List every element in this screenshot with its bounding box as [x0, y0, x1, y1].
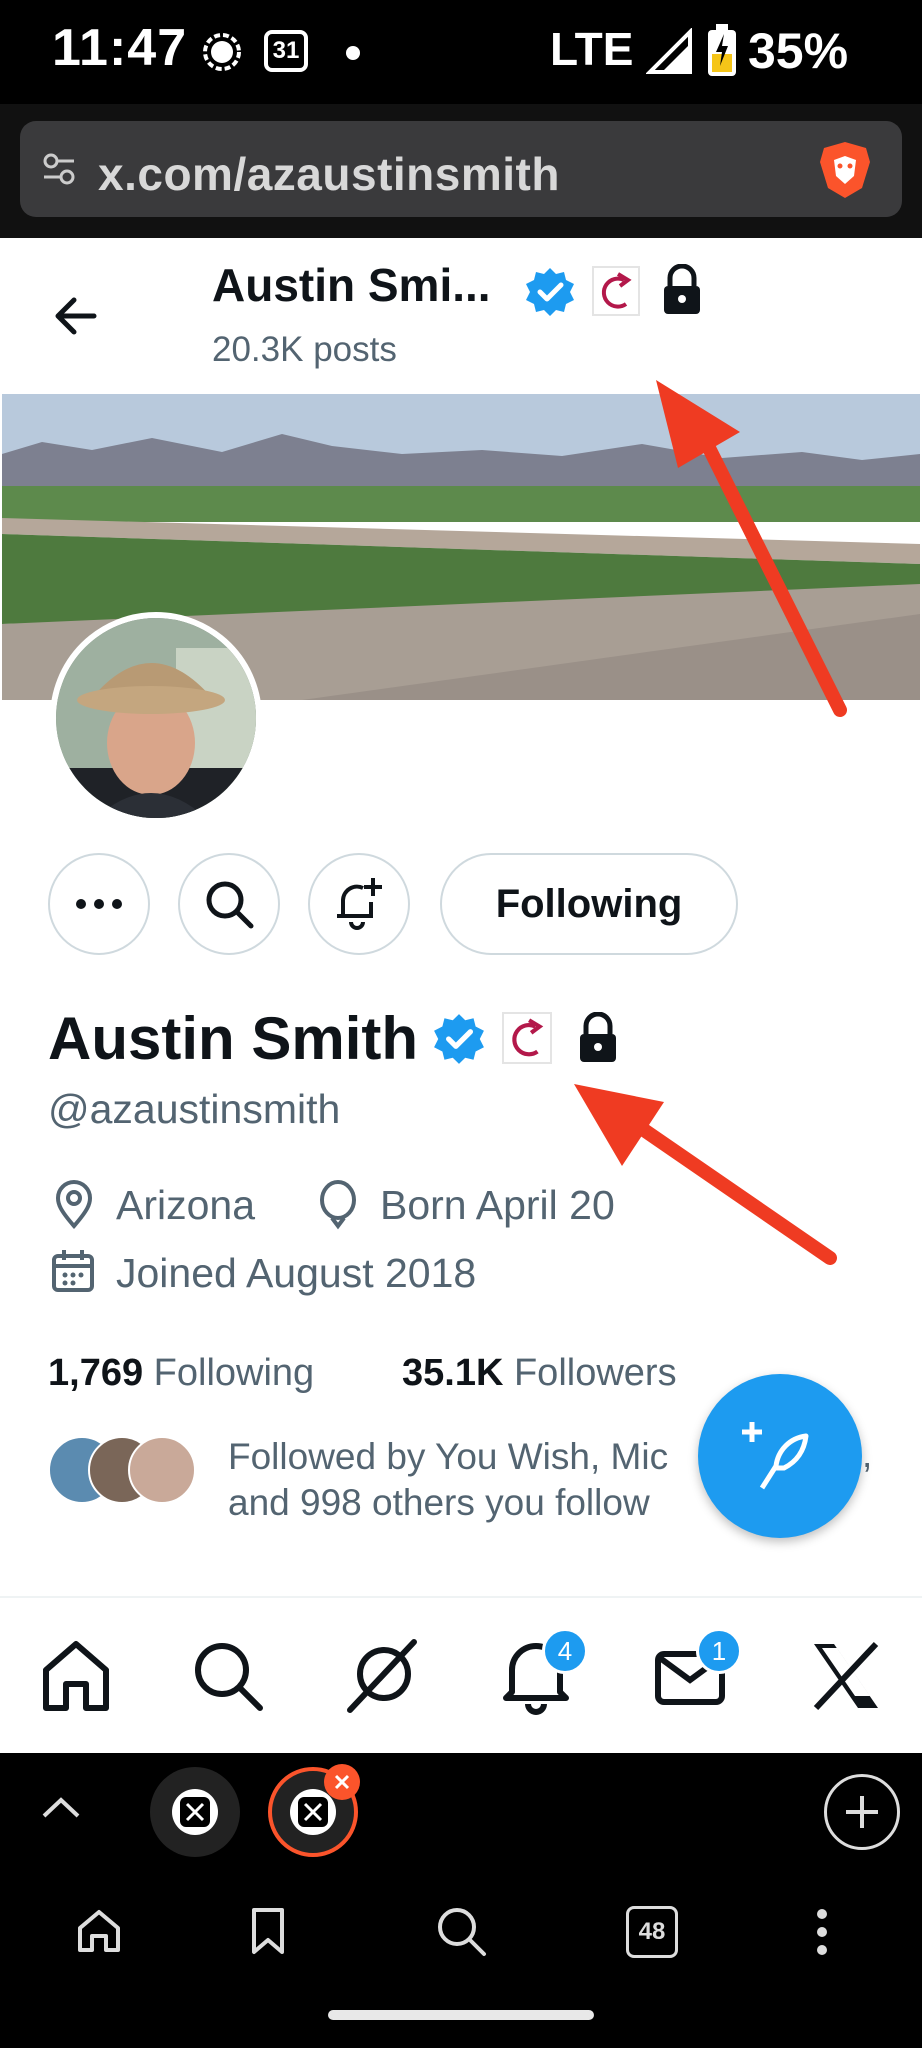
notification-dot-icon: [346, 46, 360, 60]
search-icon: [203, 878, 255, 930]
x-logo-icon: [180, 1797, 210, 1827]
avatar[interactable]: [50, 612, 262, 824]
messages-badge: 1: [696, 1628, 742, 1674]
browser-search-icon[interactable]: [434, 1904, 488, 1958]
tab-group-tab-1[interactable]: [150, 1767, 240, 1857]
grok-icon[interactable]: [342, 1636, 422, 1716]
signal-app-icon: [200, 30, 244, 74]
home-icon[interactable]: [36, 1636, 116, 1716]
red-arrow-annotation: [574, 1078, 844, 1278]
notifications-badge: 4: [542, 1628, 588, 1674]
followers-label: Followers: [514, 1352, 677, 1394]
menu-dots-icon[interactable]: [812, 1906, 832, 1958]
followers-count-link[interactable]: 35.1K Followers: [402, 1352, 677, 1395]
profile-name: Austin Smith: [48, 1004, 418, 1073]
compose-post-button[interactable]: [698, 1374, 862, 1538]
following-count-link[interactable]: 1,769 Following: [48, 1352, 314, 1395]
red-arrow-annotation: [640, 370, 860, 720]
battery-percent: 35%: [748, 22, 848, 80]
lock-icon: [660, 264, 704, 316]
followed-by-avatars[interactable]: [48, 1436, 198, 1504]
avatar: [128, 1436, 196, 1504]
site-settings-icon[interactable]: [40, 150, 78, 188]
lock-icon: [576, 1012, 620, 1064]
following-button[interactable]: Following: [440, 853, 738, 955]
search-icon[interactable]: [188, 1636, 268, 1716]
feather-plus-icon: [740, 1416, 820, 1496]
browser-bottom-bar: [0, 1753, 922, 2048]
verified-badge-icon[interactable]: [432, 1012, 486, 1066]
new-tab-button[interactable]: [824, 1774, 900, 1850]
affiliate-badge-icon[interactable]: [502, 1012, 552, 1064]
browser-home-icon[interactable]: [74, 1906, 124, 1956]
calendar-icon: 31: [264, 30, 308, 72]
more-options-button[interactable]: [48, 853, 150, 955]
bell-plus-icon: [333, 876, 385, 932]
search-profile-button[interactable]: [178, 853, 280, 955]
home-indicator: [328, 2010, 594, 2020]
bookmark-icon[interactable]: [248, 1906, 288, 1956]
profile-handle: @azaustinsmith: [48, 1086, 340, 1133]
tab-count-button[interactable]: 48: [626, 1906, 678, 1958]
battery-icon: [706, 22, 738, 78]
subscribe-notifications-button[interactable]: [308, 853, 410, 955]
cell-signal-icon: [646, 28, 694, 76]
verified-badge-icon[interactable]: [524, 266, 576, 318]
more-dots-icon: [74, 897, 124, 911]
balloon-icon: [316, 1180, 360, 1230]
following-label: Following: [154, 1352, 315, 1394]
plus-icon: [842, 1792, 882, 1832]
following-count: 1,769: [48, 1352, 143, 1394]
brave-shields-icon[interactable]: [818, 140, 872, 200]
profile-location: Arizona: [116, 1182, 255, 1229]
affiliate-badge-icon[interactable]: [592, 266, 640, 316]
network-type: LTE: [550, 22, 633, 76]
close-tab-button[interactable]: [324, 1764, 360, 1800]
calendar-joined-icon: [50, 1248, 96, 1294]
x-logo-icon[interactable]: [806, 1636, 886, 1716]
chevron-up-icon[interactable]: [38, 1792, 84, 1822]
header-name: Austin Smi...: [212, 258, 491, 312]
followers-count: 35.1K: [402, 1352, 503, 1394]
divider: [0, 1596, 922, 1598]
x-logo-icon: [298, 1797, 328, 1827]
location-pin-icon: [50, 1180, 98, 1230]
post-count: 20.3K posts: [212, 330, 397, 370]
close-icon: [332, 1772, 352, 1792]
profile-joined: Joined August 2018: [116, 1250, 476, 1297]
back-arrow-icon[interactable]: [50, 290, 102, 342]
url-text[interactable]: x.com/azaustinsmith: [98, 147, 560, 201]
followed-by-line-1-end: ,: [862, 1434, 872, 1476]
status-time: 11:47: [52, 18, 187, 78]
